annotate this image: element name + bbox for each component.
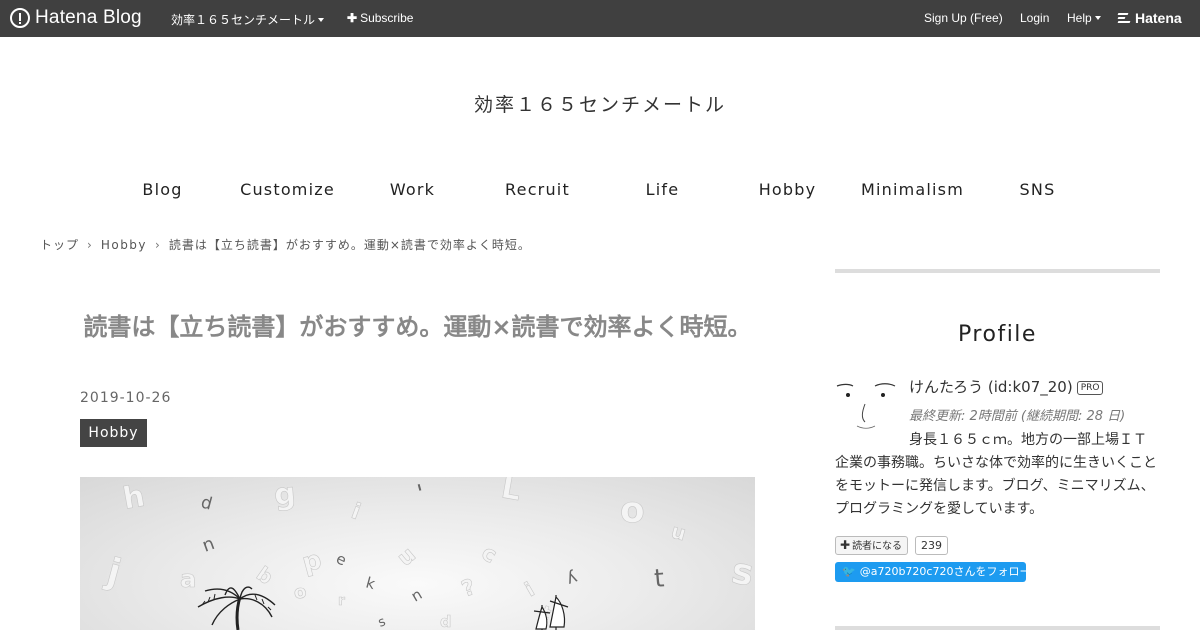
eyecatch-letter: e (333, 549, 349, 569)
nav-item-blog[interactable]: Blog (100, 180, 225, 204)
eyecatch-letter: o (620, 490, 645, 531)
subscriber-count[interactable]: 239 (915, 536, 948, 555)
twitter-bird-icon: 🐦 (842, 565, 856, 578)
blog-menu-label: 効率１６５センチメートル (171, 13, 316, 27)
eyecatch-letter: s (376, 614, 388, 630)
hatena-blog-logo[interactable]: Hatena Blog (10, 7, 142, 29)
eyecatch-letter: y (564, 567, 580, 589)
eyecatch-letter: j (101, 551, 125, 594)
hatena-exclamation-icon (10, 8, 30, 28)
plus-icon: ✚ (840, 538, 851, 552)
plus-icon: ✚ (347, 11, 358, 25)
subscribe-button-label: 読者になる (852, 541, 903, 552)
hatena-brand-link[interactable]: Hatena (1117, 10, 1182, 26)
subscribe-label: Subscribe (360, 11, 414, 25)
logo-text: Hatena Blog (35, 7, 142, 28)
profile-heading: Profile (958, 322, 1037, 347)
eyecatch-letter: u (669, 519, 689, 546)
breadcrumb-current: 読書は【立ち読書】がおすすめ。運動×読書で効率よく時短。 (168, 238, 531, 252)
nav-item-customize[interactable]: Customize (225, 180, 350, 204)
pro-badge: PRO (1076, 381, 1104, 395)
profile-name[interactable]: けんたろう (id:k07_20) PRO (909, 376, 1104, 397)
eyecatch-letter: d (199, 493, 215, 515)
twitter-follow-button[interactable]: 🐦 @a720b720c720さんをフォロー (835, 562, 1030, 582)
twitter-follow-label: @a720b720c720さんをフォロー (859, 565, 1031, 578)
eyecatch-letter: i (348, 499, 364, 525)
help-menu[interactable]: Help (1067, 11, 1101, 25)
avatar[interactable] (835, 376, 899, 434)
subscribe-link[interactable]: ✚ Subscribe (347, 11, 413, 25)
blog-menu[interactable]: 効率１６５センチメートル (171, 11, 325, 28)
eyecatch-letter: t (653, 563, 665, 593)
nav-item-sns[interactable]: SNS (975, 180, 1100, 204)
signup-link[interactable]: Sign Up (Free) (924, 11, 1003, 25)
nav-item-hobby[interactable]: Hobby (725, 180, 850, 204)
eyecatch-letter: p (299, 545, 325, 579)
chevron-right-icon: › (87, 238, 93, 252)
sidebar-rule-bottom (835, 626, 1160, 630)
profile-description: 身長１６５ｃｍ。地方の一部上場ＩＴ企業の事務職。ちいさな体で効率的に生きいくこと… (835, 432, 1157, 517)
eyecatch-letter: n (408, 585, 425, 605)
breadcrumb-top[interactable]: トップ (40, 238, 79, 252)
chevron-down-icon (318, 18, 325, 22)
ship-icon (533, 595, 569, 630)
sidebar-rule-top (835, 269, 1160, 273)
brand-text: Hatena (1135, 10, 1182, 26)
blog-title[interactable]: 効率１６５センチメートル (0, 90, 1200, 117)
category-badge[interactable]: Hobby (80, 419, 147, 447)
palm-tree-icon (197, 586, 276, 630)
eyecatch-letter: k (364, 573, 377, 593)
eyecatch-letter: o (292, 581, 308, 604)
global-header: Hatena Blog 効率１６５センチメートル ✚ Subscribe Sign… (0, 0, 1200, 37)
nav-item-minimalism[interactable]: Minimalism (850, 180, 975, 204)
nav-item-recruit[interactable]: Recruit (475, 180, 600, 204)
avatar-face-icon (836, 383, 896, 429)
profile-name-text: けんたろう (id:k07_20) (909, 378, 1073, 396)
eyecatch-letter: h (120, 479, 147, 517)
eyecatch-letter: ? (459, 575, 480, 603)
category-nav: Blog Customize Work Recruit Life Hobby M… (100, 180, 1100, 204)
nav-item-work[interactable]: Work (350, 180, 475, 204)
help-label: Help (1067, 11, 1092, 25)
chevron-down-icon (1094, 16, 1101, 20)
eyecatch-letter: i (521, 577, 539, 601)
eyecatch-letter: b (252, 561, 278, 589)
subscribe-button[interactable]: ✚ 読者になる (835, 536, 909, 555)
article-title[interactable]: 読書は【立ち読書】がおすすめ。運動×読書で効率よく時短。 (80, 310, 755, 344)
eyecatch-letter: d (440, 612, 451, 630)
eyecatch-letter: a (180, 565, 196, 593)
login-link[interactable]: Login (1020, 11, 1049, 25)
eyecatch-letter: ' (414, 479, 428, 508)
eyecatch-letter: s (728, 550, 755, 594)
eyecatch-illustration: h d g i' Lotj anb p e u cno rk? i y sts du (100, 477, 755, 630)
nav-item-life[interactable]: Life (600, 180, 725, 204)
chevron-right-icon: › (155, 238, 161, 252)
profile-meta: 最終更新: 2時間前 (継続期間: 28 日) (909, 409, 1126, 424)
eyecatch-letter: u (393, 542, 421, 571)
article-date[interactable]: 2019-10-26 (80, 390, 171, 406)
hatena-mark-icon (1117, 13, 1132, 23)
breadcrumb: トップ › Hobby › 読書は【立ち読書】がおすすめ。運動×読書で効率よく時短。 (40, 236, 531, 253)
eyecatch-letter: r (338, 593, 345, 609)
eyecatch-letter: g (273, 477, 297, 513)
eyecatch-image: h d g i ' Lo t j a n b p e u c n o r k? i y s t s d u (80, 477, 755, 630)
eyecatch-letter: n (200, 533, 218, 557)
eyecatch-letter: c (477, 541, 501, 569)
breadcrumb-hobby[interactable]: Hobby (101, 238, 147, 252)
eyecatch-letter: L (499, 477, 524, 508)
